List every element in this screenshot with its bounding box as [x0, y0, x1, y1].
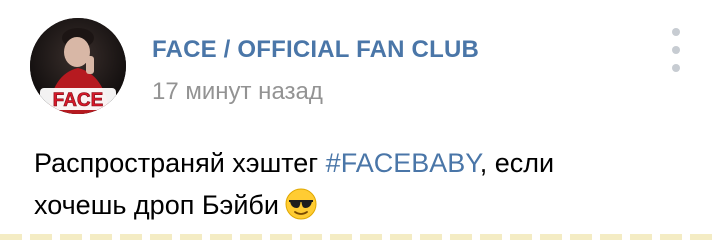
vertical-dots-icon[interactable]	[664, 28, 688, 72]
hashtag-link[interactable]: #FACEBABY	[326, 148, 480, 178]
post-text-segment: , если	[479, 148, 555, 178]
post-text-line-1: Распространяй хэштег #FACEBABY, если	[34, 142, 694, 184]
sunglasses-emoji-icon	[285, 188, 317, 220]
menu-dot	[672, 46, 680, 54]
avatar-badge-text: FACE	[53, 90, 104, 111]
next-post-edge	[0, 234, 720, 240]
menu-dot	[672, 64, 680, 72]
menu-dot	[672, 28, 680, 36]
avatar[interactable]: FACE	[30, 18, 126, 114]
post-text-segment: хочешь дроп Бэйби	[34, 190, 279, 220]
post-text: Распространяй хэштег #FACEBABY, если хоч…	[34, 142, 694, 226]
wall-post: FACE FACE / OFFICIAL FAN CLUB 17 минут н…	[0, 0, 720, 240]
post-timestamp[interactable]: 17 минут назад	[152, 78, 323, 106]
avatar-photo: FACE	[30, 18, 126, 114]
post-text-segment: Распространяй хэштег	[34, 148, 326, 178]
author-name[interactable]: FACE / OFFICIAL FAN CLUB	[152, 36, 479, 64]
post-text-line-2: хочешь дроп Бэйби	[34, 184, 694, 226]
